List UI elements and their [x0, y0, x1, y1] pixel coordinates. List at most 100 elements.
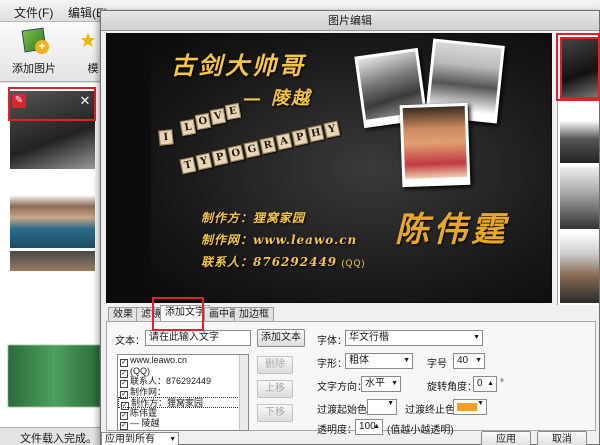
- rotation-unit: °: [500, 378, 504, 389]
- gradient-start-color-picker[interactable]: ▼: [367, 399, 397, 415]
- tile-letter: I: [158, 129, 174, 146]
- add-image-icon: +: [19, 26, 49, 56]
- tile-letter: O: [227, 144, 245, 163]
- menu-file[interactable]: 文件(F): [14, 4, 53, 21]
- rotation-spinner[interactable]: 0 ▲: [473, 376, 497, 392]
- list-item[interactable]: ✓ www.leawo.cn: [118, 355, 248, 367]
- tile-letter: Y: [323, 120, 341, 139]
- direction-label: 文字方向：: [317, 382, 367, 393]
- chevron-down-icon: ▼: [475, 357, 482, 364]
- size-select[interactable]: 40 ▼: [453, 353, 485, 369]
- color-swatch: [457, 403, 477, 411]
- list-item-text: (QQ): [130, 365, 150, 376]
- list-item[interactable]: ✓ 制作方：狸窝家园: [118, 397, 248, 410]
- list-item-text: — 陵越: [130, 418, 160, 428]
- chevron-down-icon: ▼: [169, 436, 176, 443]
- move-down-button[interactable]: 下移: [257, 404, 293, 422]
- highlight-box: [152, 297, 204, 331]
- font-label: 字体：: [317, 336, 347, 347]
- tab-add-border[interactable]: 加边框: [234, 307, 274, 321]
- size-label: 字号: [427, 359, 447, 370]
- list-item[interactable]: ✓ 制作网：: [118, 387, 248, 399]
- list-item-text: 制作方：狸窝家园: [131, 398, 204, 408]
- strip-thumbnail-3[interactable]: [560, 167, 599, 229]
- preview-heading: 古剑大帅哥: [171, 51, 306, 80]
- list-scrollbar[interactable]: [239, 355, 248, 430]
- tile-letter: G: [243, 140, 261, 159]
- tile-letter: P: [211, 148, 229, 167]
- direction-select[interactable]: 水平 ▼: [361, 376, 401, 392]
- tile-letter: R: [259, 136, 277, 155]
- style-value: 粗体: [349, 355, 369, 366]
- cancel-button[interactable]: 取消: [537, 431, 587, 445]
- status-text: 文件载入完成。: [20, 433, 97, 445]
- tile-letter: P: [291, 128, 309, 147]
- add-text-button[interactable]: 添加文本: [257, 329, 305, 347]
- delete-button[interactable]: 删除: [257, 356, 293, 374]
- preview-canvas: 古剑大帅哥 — 陵越 I L O V E T Y P O G R A P H Y: [151, 34, 551, 302]
- dialog-title: 图片编辑: [101, 11, 599, 31]
- strip-thumbnail-4[interactable]: [560, 233, 599, 303]
- opacity-hint: (值越小越透明): [387, 425, 454, 436]
- tile-letter: A: [275, 132, 293, 151]
- image-edit-dialog: 图片编辑 古剑大帅哥 — 陵越 I L O V E T Y P O G R A …: [100, 10, 600, 445]
- highlight-box: [8, 87, 96, 121]
- status-bar: 文件载入完成。: [0, 427, 105, 445]
- image-list-panel: ✎ ✕: [0, 83, 105, 428]
- credit-suffix: (QQ): [341, 258, 366, 268]
- style-label: 字形：: [317, 359, 347, 370]
- spinner-icon: ▲: [487, 380, 494, 387]
- photo-frame-3: [399, 102, 471, 188]
- apply-scope-value: 应用到所有: [105, 434, 155, 445]
- opacity-spinner[interactable]: 100 ▲: [355, 419, 383, 435]
- tile-letter: L: [179, 118, 197, 137]
- spinner-icon: ▲: [373, 423, 380, 430]
- add-image-button[interactable]: + 添加图片: [12, 26, 56, 76]
- opacity-label: 透明度：: [317, 425, 357, 436]
- tile-letter: O: [194, 112, 212, 131]
- image-thumbnail-2[interactable]: [10, 172, 95, 248]
- move-up-button[interactable]: 上移: [257, 380, 293, 398]
- chevron-down-icon: ▼: [391, 380, 398, 387]
- list-item[interactable]: ✓ — 陵越: [118, 418, 248, 430]
- chevron-down-icon: ▼: [387, 400, 394, 407]
- font-select[interactable]: 华文行楷 ▼: [345, 330, 483, 346]
- tab-effect[interactable]: 效果: [108, 307, 138, 321]
- direction-value: 水平: [365, 378, 385, 389]
- apply-scope-select[interactable]: 应用到所有 ▼: [101, 432, 179, 445]
- style-select[interactable]: 粗体 ▼: [345, 353, 413, 369]
- credit-line-2: 制作网：www.leawo.cn: [201, 233, 358, 247]
- gradient-end-color-picker[interactable]: ▼: [453, 399, 487, 415]
- list-item[interactable]: ✓ 陈伟霆: [118, 407, 248, 420]
- highlight-box: [556, 33, 600, 101]
- text-input[interactable]: 请在此输入文字: [145, 330, 251, 346]
- image-thumbnail-3[interactable]: [10, 251, 95, 271]
- tile-letter: E: [224, 102, 242, 121]
- preview-area: 古剑大帅哥 — 陵越 I L O V E T Y P O G R A P H Y: [106, 33, 552, 303]
- list-item[interactable]: ✓ 联系人：876292449: [118, 376, 248, 388]
- list-item-text: 陈伟霆: [130, 407, 158, 418]
- chevron-down-icon: ▼: [473, 334, 480, 341]
- photo: [402, 105, 468, 180]
- credit-contact: 联系人：876292449: [201, 255, 338, 269]
- add-text-panel: 文本： 请在此输入文字 添加文本 ✓ www.leawo.cn ✓ (QQ) ✓ 联系…: [106, 321, 596, 436]
- strip-thumbnail-2[interactable]: [560, 103, 599, 163]
- rotation-value: 0: [477, 378, 483, 389]
- credit-line-1: 制作方：狸窝家园: [201, 211, 306, 225]
- preview-subheading: — 陵越: [243, 88, 312, 109]
- template-label: 模: [87, 63, 99, 75]
- blurred-thumbnail: [8, 345, 100, 407]
- main-toolbar: + 添加图片 ★ 模: [0, 22, 105, 82]
- checkbox[interactable]: ✓: [120, 422, 128, 430]
- apply-button[interactable]: 应用: [481, 431, 531, 445]
- chevron-down-icon: ▼: [477, 400, 484, 407]
- tile-letter: V: [209, 107, 227, 126]
- tile-letter: H: [307, 124, 325, 143]
- list-item[interactable]: ✓ (QQ): [118, 365, 248, 378]
- add-image-label: 添加图片: [12, 63, 56, 75]
- list-item-text: 联系人：876292449: [130, 376, 212, 386]
- font-value: 华文行楷: [349, 332, 389, 343]
- preview-name: 陈伟霆: [395, 210, 509, 250]
- credit-line-3: 联系人：876292449 (QQ): [201, 253, 366, 270]
- text-label: 文本：: [115, 336, 145, 347]
